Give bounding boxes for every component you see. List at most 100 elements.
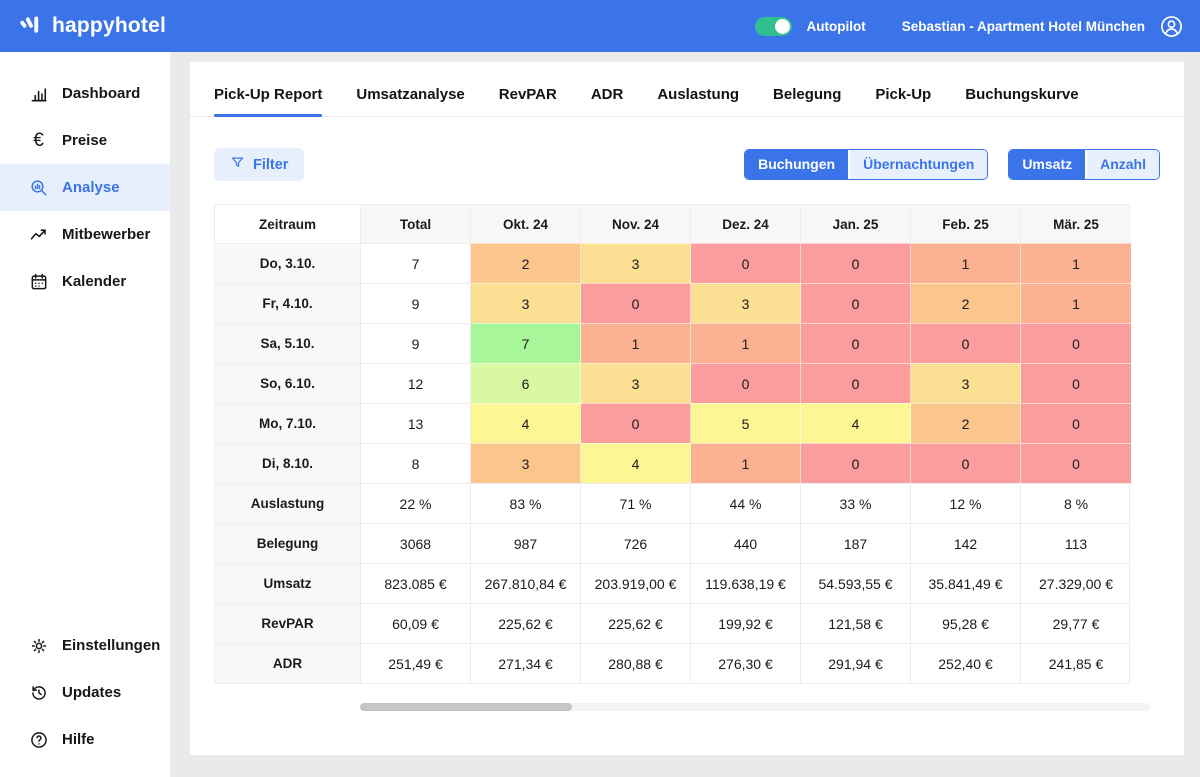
summary-cell: 83 % — [471, 483, 581, 523]
summary-cell: 121,58 € — [801, 603, 911, 643]
heat-cell: 3 — [471, 443, 581, 483]
heat-cell: 1 — [581, 323, 691, 363]
heat-cell: 0 — [801, 363, 911, 403]
column-header-nov-24: Nov. 24 — [581, 205, 691, 243]
toggle-option-umsatz[interactable]: Umsatz — [1009, 150, 1085, 180]
total-cell: 13 — [361, 403, 471, 443]
funnel-icon — [230, 155, 245, 174]
row-label: Sa, 5.10. — [215, 323, 361, 363]
row-label: Umsatz — [215, 563, 361, 603]
sidebar-item-hilfe[interactable]: Hilfe — [0, 716, 170, 763]
sidebar-item-dashboard[interactable]: Dashboard — [0, 70, 170, 117]
heat-cell: 0 — [801, 283, 911, 323]
summary-cell: 44 % — [691, 483, 801, 523]
row-label: RevPAR — [215, 603, 361, 643]
horizontal-scrollbar-track[interactable] — [360, 703, 1150, 711]
user-avatar-icon[interactable] — [1159, 14, 1184, 39]
row-label: Di, 8.10. — [215, 443, 361, 483]
column-header-feb-25: Feb. 25 — [911, 205, 1021, 243]
toggle-option-buchungen[interactable]: Buchungen — [745, 150, 848, 180]
sidebar-item-updates[interactable]: Updates — [0, 669, 170, 716]
autopilot-toggle[interactable] — [755, 17, 792, 36]
heat-cell: 3 — [581, 243, 691, 283]
tab-belegung[interactable]: Belegung — [773, 86, 841, 116]
bar-chart-icon — [28, 83, 49, 104]
summary-cell: 267.810,84 € — [471, 563, 581, 603]
main-content: Pick-Up ReportUmsatzanalyseRevPARADRAusl… — [190, 62, 1184, 755]
total-cell: 9 — [361, 323, 471, 363]
sidebar-item-label: Kalender — [62, 273, 126, 290]
heat-cell: 3 — [581, 363, 691, 403]
tab-revpar[interactable]: RevPAR — [499, 86, 557, 116]
row-label: Mo, 7.10. — [215, 403, 361, 443]
summary-cell: 60,09 € — [361, 603, 471, 643]
sidebar-item-mitbewerber[interactable]: Mitbewerber — [0, 211, 170, 258]
summary-cell: 252,40 € — [911, 643, 1021, 683]
sidebar-item-preise[interactable]: €Preise — [0, 117, 170, 164]
sidebar-nav: Dashboard €PreiseAnalyseMitbewerber Kalend… — [0, 70, 170, 622]
column-header-mär-25: Mär. 25 — [1021, 205, 1131, 243]
tab-pick-up[interactable]: Pick-Up — [875, 86, 931, 116]
top-bar: happyhotel Autopilot Sebastian - Apartme… — [0, 0, 1200, 52]
heat-cell: 0 — [581, 283, 691, 323]
gear-icon — [28, 635, 49, 656]
user-menu-label[interactable]: Sebastian - Apartment Hotel München — [902, 19, 1145, 34]
summary-cell: 251,49 € — [361, 643, 471, 683]
heat-cell: 0 — [1021, 363, 1131, 403]
summary-cell: 241,85 € — [1021, 643, 1131, 683]
heat-cell: 2 — [911, 283, 1021, 323]
heat-cell: 0 — [1021, 323, 1131, 363]
pickup-table: ZeitraumTotalOkt. 24Nov. 24Dez. 24Jan. 2… — [214, 204, 1130, 684]
summary-cell: 54.593,55 € — [801, 563, 911, 603]
row-label: Auslastung — [215, 483, 361, 523]
heat-cell: 0 — [801, 443, 911, 483]
tab-pick-up-report[interactable]: Pick-Up Report — [214, 86, 322, 116]
tab-adr[interactable]: ADR — [591, 86, 624, 116]
sidebar-item-einstellungen[interactable]: Einstellungen — [0, 622, 170, 669]
brand: happyhotel — [16, 13, 166, 40]
summary-cell: 3068 — [361, 523, 471, 563]
summary-cell: 113 — [1021, 523, 1131, 563]
column-header-okt-24: Okt. 24 — [471, 205, 581, 243]
summary-cell: 726 — [581, 523, 691, 563]
toggle-group-1: BuchungenÜbernachtungen — [744, 149, 988, 181]
sidebar-item-label: Einstellungen — [62, 637, 160, 654]
tab-umsatzanalyse[interactable]: Umsatzanalyse — [356, 86, 464, 116]
sidebar-item-label: Dashboard — [62, 85, 140, 102]
summary-cell: 119.638,19 € — [691, 563, 801, 603]
tab-auslastung[interactable]: Auslastung — [657, 86, 739, 116]
row-label: Fr, 4.10. — [215, 283, 361, 323]
toggle-option-anzahl[interactable]: Anzahl — [1085, 150, 1159, 180]
filter-button[interactable]: Filter — [214, 148, 304, 181]
toggle-knob — [775, 19, 790, 34]
euro-icon: € — [28, 130, 49, 151]
summary-cell: 95,28 € — [911, 603, 1021, 643]
summary-cell: 187 — [801, 523, 911, 563]
happyhotel-logo-icon — [16, 13, 43, 40]
heat-cell: 0 — [911, 323, 1021, 363]
sidebar-item-label: Updates — [62, 684, 121, 701]
heat-cell: 0 — [691, 363, 801, 403]
summary-cell: 8 % — [1021, 483, 1131, 523]
summary-cell: 22 % — [361, 483, 471, 523]
heat-cell: 0 — [801, 243, 911, 283]
sidebar-item-kalender[interactable]: Kalender — [0, 258, 170, 305]
sidebar-item-analyse[interactable]: Analyse — [0, 164, 170, 211]
horizontal-scrollbar-thumb[interactable] — [360, 703, 572, 711]
summary-cell: 71 % — [581, 483, 691, 523]
heat-cell: 7 — [471, 323, 581, 363]
sidebar-item-label: Hilfe — [62, 731, 95, 748]
summary-cell: 225,62 € — [581, 603, 691, 643]
tab-buchungskurve[interactable]: Buchungskurve — [965, 86, 1078, 116]
trend-icon — [28, 224, 49, 245]
summary-cell: 271,34 € — [471, 643, 581, 683]
row-label: ADR — [215, 643, 361, 683]
summary-cell: 291,94 € — [801, 643, 911, 683]
heat-cell: 2 — [911, 403, 1021, 443]
row-label: Belegung — [215, 523, 361, 563]
brand-name: happyhotel — [52, 14, 166, 38]
summary-cell: 27.329,00 € — [1021, 563, 1131, 603]
toggle-option-übernachtungen[interactable]: Übernachtungen — [848, 150, 987, 180]
heat-cell: 0 — [691, 243, 801, 283]
heat-cell: 0 — [1021, 403, 1131, 443]
